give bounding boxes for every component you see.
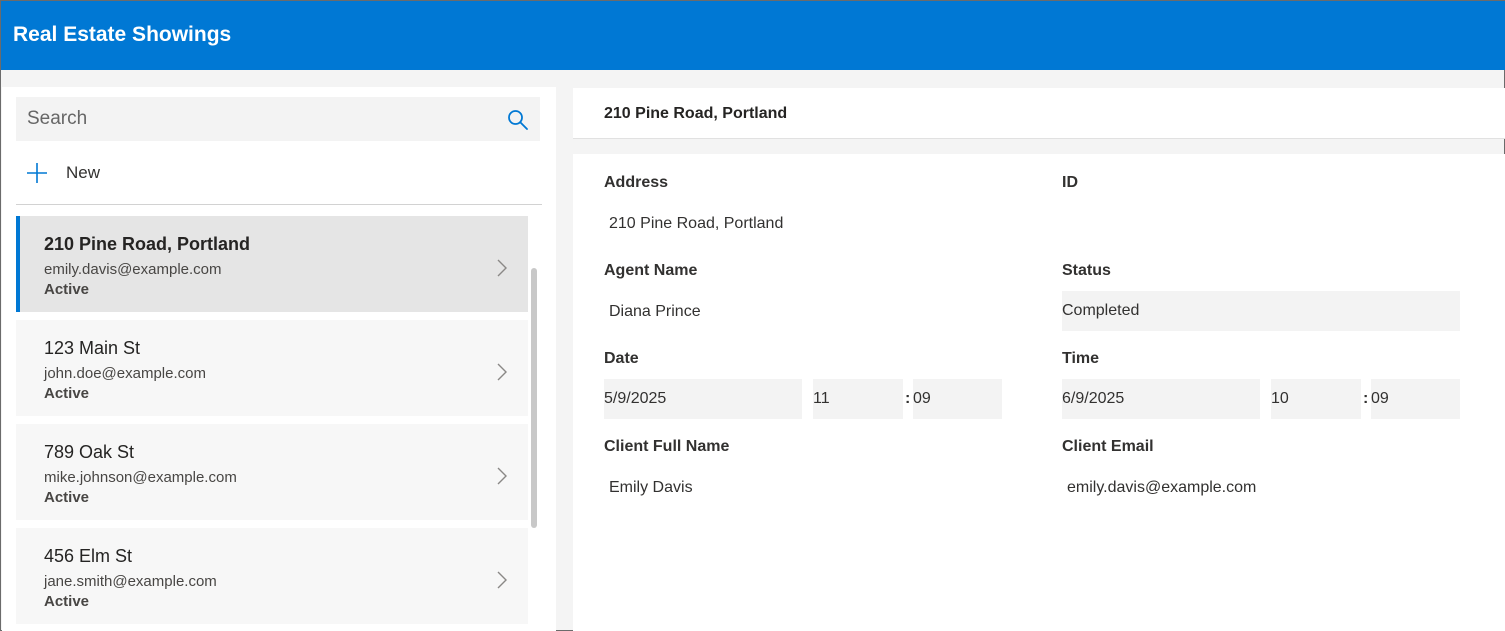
list-item[interactable]: 123 Main St john.doe@example.com Active	[16, 320, 528, 416]
status-label: Status	[1062, 262, 1111, 279]
list-item-email: john.doe@example.com	[44, 365, 206, 382]
list-item-address: 456 Elm St	[44, 546, 133, 566]
address-value: 210 Pine Road, Portland	[609, 215, 784, 232]
client-email-label: Client Email	[1062, 438, 1154, 455]
list-item[interactable]: 210 Pine Road, Portland emily.davis@exam…	[16, 216, 528, 312]
agent-name-value: Diana Prince	[609, 303, 701, 320]
time-minute-field[interactable]: 09	[1371, 379, 1460, 419]
showings-list-panel: New 210 Pine Road, Portland emily.davis@…	[2, 87, 556, 631]
client-full-name-label: Client Full Name	[604, 438, 730, 455]
list-item-email: emily.davis@example.com	[44, 261, 222, 278]
list-item-status: Active	[44, 593, 90, 610]
client-email-value: emily.davis@example.com	[1067, 479, 1257, 496]
chevron-right-icon[interactable]	[496, 570, 508, 590]
new-button-label: New	[66, 163, 101, 182]
status-field[interactable]: Completed	[1062, 291, 1460, 331]
date-time-separator: :	[905, 390, 911, 407]
list-item-status: Active	[44, 385, 90, 402]
time-date-field[interactable]: 6/9/2025	[1062, 379, 1260, 419]
list-item-status: Active	[44, 281, 90, 298]
time-hour-field[interactable]: 10	[1271, 379, 1361, 419]
list-item-email: mike.johnson@example.com	[44, 469, 237, 486]
agent-name-label: Agent Name	[604, 262, 698, 279]
client-full-name-value: Emily Davis	[609, 479, 693, 496]
detail-title: 210 Pine Road, Portland	[604, 105, 788, 122]
time-label: Time	[1062, 350, 1100, 367]
list-item-address: 789 Oak St	[44, 442, 135, 462]
detail-form: Address 210 Pine Road, Portland ID Agent…	[573, 154, 1505, 631]
list-scrollbar[interactable]	[531, 268, 537, 528]
plus-icon	[27, 163, 47, 183]
list-item-email: jane.smith@example.com	[44, 573, 217, 590]
app-title: Real Estate Showings	[13, 23, 232, 46]
chevron-right-icon[interactable]	[496, 362, 508, 382]
chevron-right-icon[interactable]	[496, 466, 508, 486]
address-label: Address	[604, 174, 669, 191]
date-hour-field[interactable]: 11	[813, 379, 903, 419]
list-item[interactable]: 789 Oak St mike.johnson@example.com Acti…	[16, 424, 528, 520]
new-button[interactable]: New	[26, 161, 100, 185]
id-label: ID	[1062, 174, 1078, 191]
search-input[interactable]	[16, 97, 496, 141]
list-item[interactable]: 456 Elm St jane.smith@example.com Active	[16, 528, 528, 624]
time-separator: :	[1363, 390, 1369, 407]
list-item-address: 210 Pine Road, Portland	[44, 234, 251, 254]
search-icon[interactable]	[506, 108, 530, 132]
showings-list: 210 Pine Road, Portland emily.davis@exam…	[16, 216, 528, 631]
date-date-field[interactable]: 5/9/2025	[604, 379, 802, 419]
list-item-address: 123 Main St	[44, 338, 141, 358]
detail-header: 210 Pine Road, Portland	[573, 88, 1505, 139]
search-box[interactable]	[16, 97, 540, 141]
app-header: Real Estate Showings	[1, 1, 1505, 70]
date-label: Date	[604, 350, 639, 367]
list-item-status: Active	[44, 489, 90, 506]
date-minute-field[interactable]: 09	[913, 379, 1002, 419]
chevron-right-icon[interactable]	[496, 258, 508, 278]
divider	[16, 204, 542, 205]
